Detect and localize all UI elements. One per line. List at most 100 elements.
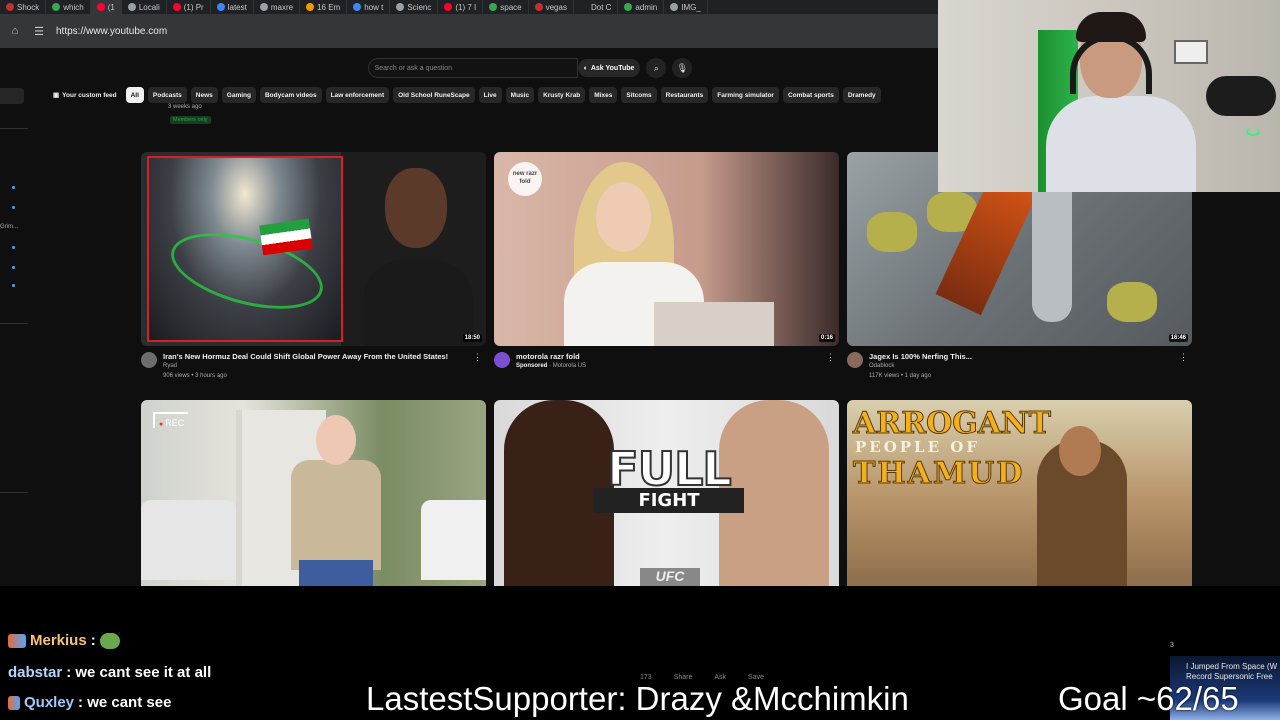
chip-label: Restaurants <box>665 91 704 99</box>
channel-name[interactable]: Odablock <box>869 361 972 371</box>
rec-indicator: REC <box>153 412 189 428</box>
home-icon[interactable]: ⌂ <box>8 24 22 38</box>
filter-chip[interactable]: Gaming <box>221 87 256 103</box>
channel-name[interactable]: Ryad <box>163 361 448 371</box>
browser-tab[interactable]: 16 Em <box>300 0 348 14</box>
tab-label: vegas <box>545 2 567 12</box>
tab-label: space <box>500 2 522 12</box>
chip-label: Mixes <box>594 91 613 99</box>
channel-avatar[interactable] <box>494 352 510 368</box>
chip-label: Combat sports <box>787 91 834 99</box>
browser-tab[interactable]: Scienc <box>390 0 439 14</box>
video-card[interactable]: ARROGANT PEOPLE OF THAMUD <box>847 400 1192 594</box>
chat-username: dabstar <box>8 664 63 681</box>
browser-tab[interactable]: how t <box>347 0 391 14</box>
thumbnail-headline-3: THAMUD <box>852 456 1025 492</box>
tab-label: (1) Pr <box>183 2 204 12</box>
browser-tab[interactable]: Shock <box>0 0 47 14</box>
video-card[interactable]: 18:50 Iran's New Hormuz Deal Could Shift… <box>141 152 486 381</box>
filter-chip[interactable]: Combat sports <box>782 87 839 103</box>
browser-tab[interactable]: Locali <box>122 0 167 14</box>
video-thumbnail[interactable]: ARROGANT PEOPLE OF THAMUD <box>847 400 1192 594</box>
url-text[interactable]: https://www.youtube.com <box>56 26 167 37</box>
tab-label: maxre <box>270 2 294 12</box>
filter-chip[interactable]: Sitcoms <box>621 87 657 103</box>
filter-chip[interactable]: Krusty Krab <box>538 87 586 103</box>
sidebar-text: Grim... <box>0 224 18 230</box>
white-car <box>141 500 236 580</box>
more-options-icon[interactable]: ⋮ <box>473 352 482 363</box>
sidebar-selected-item[interactable] <box>0 88 24 104</box>
video-thumbnail[interactable]: 18:50 <box>141 152 486 346</box>
filter-chip[interactable]: Music <box>505 87 535 103</box>
filter-chip[interactable]: Podcasts <box>147 87 187 103</box>
browser-tab[interactable]: Dot C <box>574 0 619 14</box>
browser-tab[interactable]: maxre <box>254 0 301 14</box>
browser-tab[interactable]: (1) 7 I <box>438 0 484 14</box>
ask-youtube-button[interactable]: ◐ Ask YouTube <box>577 59 641 77</box>
browser-tab[interactable]: admin <box>618 0 665 14</box>
filter-chip[interactable]: News <box>190 87 218 103</box>
browser-tab[interactable]: latest <box>211 0 254 14</box>
video-thumbnail[interactable]: REC <box>141 400 486 594</box>
channel-name[interactable]: Motorola US <box>553 363 586 369</box>
browser-tab[interactable]: vegas <box>529 0 574 14</box>
ask-icon: ◐ <box>583 64 588 72</box>
channel-avatar[interactable] <box>847 352 863 368</box>
browser-tab[interactable]: space <box>483 0 529 14</box>
tab-favicon-icon <box>624 3 633 11</box>
video-thumbnail[interactable]: new razr fold 0:16 <box>494 152 839 346</box>
mic-icon[interactable]: 🎙 <box>672 58 693 78</box>
filter-chip[interactable]: Law enforcement <box>325 87 390 103</box>
browser-tab[interactable]: (1) Pr <box>167 0 211 14</box>
tab-favicon-icon <box>127 3 136 11</box>
tab-favicon-icon <box>172 3 181 11</box>
filter-chip[interactable]: Mixes <box>589 87 618 103</box>
filter-chip[interactable]: Old School RuneScape <box>393 87 475 103</box>
chat-message: dabstar : we cant see it at all <box>8 664 211 681</box>
tab-favicon-icon <box>670 3 679 11</box>
video-title[interactable]: Iran's New Hormuz Deal Could Shift Globa… <box>163 352 448 361</box>
video-card[interactable]: new razr fold 0:16 motorola razr fold Sp… <box>494 152 839 371</box>
search-input[interactable]: Search or ask a question <box>367 58 578 78</box>
filter-chip[interactable]: Bodycam videos <box>259 87 322 103</box>
tab-label: IMG_ <box>681 2 701 12</box>
filter-chip[interactable]: Restaurants <box>660 87 709 103</box>
tab-favicon-icon <box>6 3 14 11</box>
video-card[interactable]: REC <box>141 400 486 594</box>
live-dot-icon <box>12 284 15 287</box>
presenter-face <box>596 182 651 252</box>
more-options-icon[interactable]: ⋮ <box>826 352 835 363</box>
chip-label: News <box>195 91 213 99</box>
tab-favicon-icon <box>96 3 105 11</box>
sidebar: Grim... <box>0 88 28 508</box>
chip-label: All <box>130 91 139 99</box>
browser-tab[interactable]: (1 <box>90 0 122 14</box>
chat-text: : we cant see it at all <box>66 664 212 681</box>
search-icon[interactable]: ⌕ <box>646 58 667 78</box>
filter-chip[interactable]: Dramedy <box>842 87 881 103</box>
tab-label: how t <box>364 2 384 12</box>
ask-label: Ask YouTube <box>590 64 635 72</box>
tab-favicon-icon <box>534 3 543 11</box>
chat-message: Merkius : <box>8 632 120 649</box>
filter-chip[interactable]: Live <box>478 87 502 103</box>
video-title[interactable]: Jagex Is 100% Nerfing This... <box>869 352 972 361</box>
browser-tab[interactable]: which <box>46 0 91 14</box>
browser-tab-strip: Shock which (1 Locali (1) Pr latest maxre 16 Em… <box>0 0 940 14</box>
video-duration: 18:50 <box>462 334 482 342</box>
site-settings-icon[interactable]: ☰ <box>32 24 46 38</box>
address-bar[interactable]: ⌂ ☰ https://www.youtube.com <box>0 14 940 48</box>
filter-chip[interactable]: All <box>125 87 144 103</box>
filter-chip[interactable]: Farming simulator <box>712 87 779 103</box>
video-card[interactable]: FULL FIGHT UFC <box>494 400 839 594</box>
video-thumbnail[interactable]: FULL FIGHT UFC <box>494 400 839 594</box>
custom-feed-chip[interactable]: ▣ Your custom feed <box>48 87 122 103</box>
browser-tab[interactable]: IMG_ <box>664 0 708 14</box>
channel-avatar[interactable] <box>141 352 157 368</box>
video-title[interactable]: motorola razr fold <box>516 352 586 361</box>
more-options-icon[interactable]: ⋮ <box>1179 352 1188 363</box>
tab-label: Dot C <box>590 2 612 12</box>
video-stats: 906 views • 3 hours ago <box>163 373 227 379</box>
laptop <box>654 302 774 346</box>
